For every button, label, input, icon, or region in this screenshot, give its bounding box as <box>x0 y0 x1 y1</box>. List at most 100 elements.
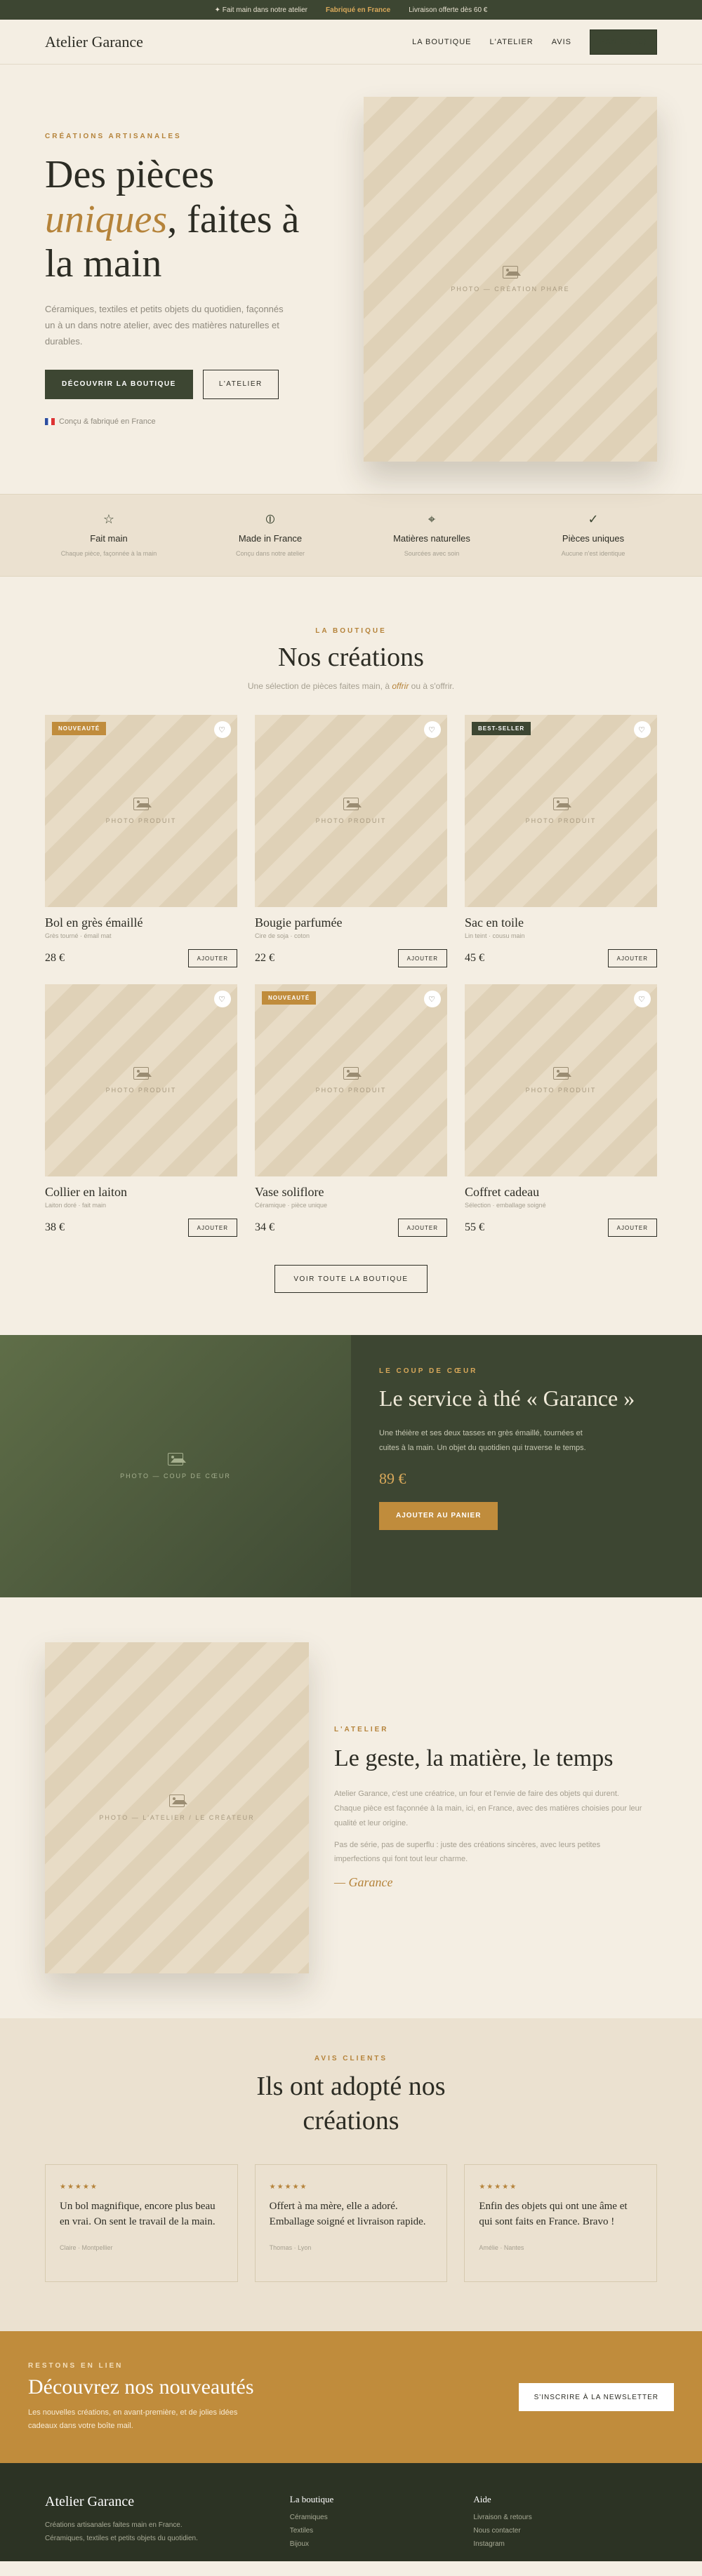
product-name[interactable]: Collier en laiton <box>45 1185 237 1200</box>
feature-item: ⦶ Made in France Conçu dans notre atelie… <box>200 512 340 559</box>
product-image[interactable]: NOUVEAUTÉ ♡ PHOTO PRODUIT <box>45 715 237 907</box>
hero-title-line2: , faites à <box>167 197 300 241</box>
product-footer: 22 € AJOUTER <box>255 949 447 967</box>
footer-link[interactable]: Nous contacter <box>473 2527 657 2535</box>
features-band: ☆ Fait main Chaque pièce, façonnée à la … <box>0 494 702 577</box>
review-text: Offert à ma mère, elle a adoré. Emballag… <box>269 2200 426 2227</box>
image-icon <box>343 1067 362 1080</box>
featured-description: Une théière et ses deux tasses en grès é… <box>379 1429 586 1453</box>
atelier-button[interactable]: L'ATELIER <box>202 369 279 399</box>
product-name[interactable]: Bougie parfumée <box>255 915 447 930</box>
review-card: ★★★★★ Enfin des objets qui ont une âme e… <box>464 2164 658 2282</box>
newsletter-text: RESTONS EN LIEN Découvrez nos nouveautés… <box>28 2362 267 2432</box>
announcement-handmade: ✦ Fait main dans notre atelier <box>214 6 307 14</box>
heart-icon[interactable]: ♡ <box>214 721 231 738</box>
image-icon <box>503 266 521 279</box>
review-author: Thomas · Lyon <box>269 2244 312 2252</box>
product-image-label: PHOTO PRODUIT <box>525 1087 597 1094</box>
newsletter-subscribe-button[interactable]: S'INSCRIRE À LA NEWSLETTER <box>518 2383 674 2411</box>
footer-column-title: La boutique <box>289 2494 334 2504</box>
hero-eyebrow: CRÉATIONS ARTISANALES <box>45 133 182 141</box>
product-card[interactable]: ♡ PHOTO PRODUIT Bougie parfumée Cire de … <box>255 715 447 967</box>
heart-icon[interactable]: ♡ <box>634 721 651 738</box>
check-circle-icon: ✓ <box>588 511 599 526</box>
product-card[interactable]: ♡ PHOTO PRODUIT Coffret cadeau Sélection… <box>465 984 657 1237</box>
product-footer: 34 € AJOUTER <box>255 1219 447 1237</box>
nav-avis[interactable]: AVIS <box>552 38 571 46</box>
atelier-section: PHOTO — L'ATELIER / LE CRÉATEUR L'ATELIE… <box>0 1597 702 2018</box>
footer-about-line: Céramiques, textiles et petits objets du… <box>45 2535 198 2542</box>
footer-link[interactable]: Bijoux <box>290 2540 474 2548</box>
featured-image-label: PHOTO — COUP DE CŒUR <box>120 1473 231 1480</box>
product-card[interactable]: NOUVEAUTÉ ♡ PHOTO PRODUIT Vase soliflore… <box>255 984 447 1237</box>
add-to-cart-button[interactable]: AJOUTER AU PANIER <box>379 1501 498 1530</box>
product-image[interactable]: BEST-SELLER ♡ PHOTO PRODUIT <box>465 715 657 907</box>
creations-eyebrow: LA BOUTIQUE <box>315 627 387 635</box>
leaf-icon: ⦶ <box>265 511 275 526</box>
newsletter-section: RESTONS EN LIEN Découvrez nos nouveautés… <box>0 2331 702 2463</box>
announcement-bar: ✦ Fait main dans notre atelier Fabriqué … <box>0 0 702 20</box>
nav-boutique[interactable]: LA BOUTIQUE <box>412 38 471 46</box>
site-logo[interactable]: Atelier Garance <box>45 33 143 51</box>
french-flag-icon <box>45 417 55 425</box>
product-card[interactable]: NOUVEAUTÉ ♡ PHOTO PRODUIT Bol en grès ém… <box>45 715 237 967</box>
footer-link[interactable]: Céramiques <box>290 2514 474 2521</box>
product-name[interactable]: Vase soliflore <box>255 1185 447 1200</box>
footer-link[interactable]: Livraison & retours <box>473 2514 657 2521</box>
add-to-cart-button[interactable]: AJOUTER <box>187 1219 237 1237</box>
heart-icon[interactable]: ♡ <box>634 991 651 1007</box>
add-to-cart-button[interactable]: AJOUTER <box>607 949 657 967</box>
cart-button[interactable]: PANIER (0) <box>590 29 657 55</box>
product-card[interactable]: ♡ PHOTO PRODUIT Collier en laiton Laiton… <box>45 984 237 1237</box>
add-to-cart-button[interactable]: AJOUTER <box>187 949 237 967</box>
footer-logo[interactable]: Atelier Garance <box>45 2494 290 2510</box>
product-name[interactable]: Bol en grès émaillé <box>45 915 237 930</box>
nav-atelier[interactable]: L'ATELIER <box>489 38 533 46</box>
footer-link[interactable]: Textiles <box>290 2527 474 2535</box>
product-image[interactable]: ♡ PHOTO PRODUIT <box>255 715 447 907</box>
product-image-label: PHOTO PRODUIT <box>105 817 177 824</box>
made-in-france-label: Conçu & fabriqué en France <box>59 417 156 426</box>
heart-icon[interactable]: ♡ <box>214 991 231 1007</box>
add-to-cart-button[interactable]: AJOUTER <box>607 1219 657 1237</box>
feature-title: Pièces uniques <box>562 532 625 544</box>
footer-link[interactable]: Instagram <box>473 2540 657 2548</box>
product-name[interactable]: Sac en toile <box>465 915 657 930</box>
heart-icon[interactable]: ♡ <box>424 991 441 1007</box>
atelier-text: L'ATELIER Le geste, la matière, le temps… <box>334 1726 657 1891</box>
star-rating-icon: ★★★★★ <box>269 2182 308 2191</box>
product-price: 28 € <box>45 952 65 964</box>
newsletter-title: Découvrez nos nouveautés <box>28 2375 254 2399</box>
review-author: Claire · Montpellier <box>60 2244 113 2252</box>
reviews-eyebrow: AVIS CLIENTS <box>314 2055 388 2062</box>
star-icon: ☆ <box>102 511 115 526</box>
product-name[interactable]: Coffret cadeau <box>465 1185 657 1200</box>
discover-shop-button[interactable]: DÉCOUVRIR LA BOUTIQUE <box>45 369 193 399</box>
feature-subtitle: Sourcées avec soin <box>404 549 460 557</box>
atelier-paragraph: Pas de série, pas de superflu : juste de… <box>334 1840 601 1864</box>
product-image[interactable]: ♡ PHOTO PRODUIT <box>465 984 657 1176</box>
product-footer: 55 € AJOUTER <box>465 1219 657 1237</box>
announcement-shipping: Livraison offerte dès 60 € <box>409 6 488 14</box>
hero-image-label: PHOTO — CRÉATION PHARE <box>451 286 570 293</box>
image-icon <box>133 1067 152 1080</box>
image-icon <box>168 1453 186 1465</box>
image-icon <box>553 798 571 810</box>
footer-help-column: Aide Livraison & retours Nous contacter … <box>473 2494 657 2561</box>
hero-description: Céramiques, textiles et petits objets du… <box>45 304 284 347</box>
feature-subtitle: Conçu dans notre atelier <box>235 549 305 557</box>
view-all-shop-button[interactable]: VOIR TOUTE LA BOUTIQUE <box>274 1265 428 1293</box>
product-image[interactable]: ♡ PHOTO PRODUIT <box>45 984 237 1176</box>
feature-item: ☆ Fait main Chaque pièce, façonnée à la … <box>39 512 179 559</box>
product-description: Sélection · emballage soigné <box>465 1202 546 1209</box>
product-card[interactable]: BEST-SELLER ♡ PHOTO PRODUIT Sac en toile… <box>465 715 657 967</box>
add-to-cart-button[interactable]: AJOUTER <box>397 1219 447 1237</box>
heart-icon[interactable]: ♡ <box>424 721 441 738</box>
product-image[interactable]: NOUVEAUTÉ ♡ PHOTO PRODUIT <box>255 984 447 1176</box>
footer-column-title: Aide <box>473 2494 491 2504</box>
product-footer: 38 € AJOUTER <box>45 1219 237 1237</box>
review-card: ★★★★★ Offert à ma mère, elle a adoré. Em… <box>254 2164 448 2282</box>
review-card: ★★★★★ Un bol magnifique, encore plus bea… <box>45 2164 238 2282</box>
add-to-cart-button[interactable]: AJOUTER <box>397 949 447 967</box>
product-badge: NOUVEAUTÉ <box>52 722 107 735</box>
